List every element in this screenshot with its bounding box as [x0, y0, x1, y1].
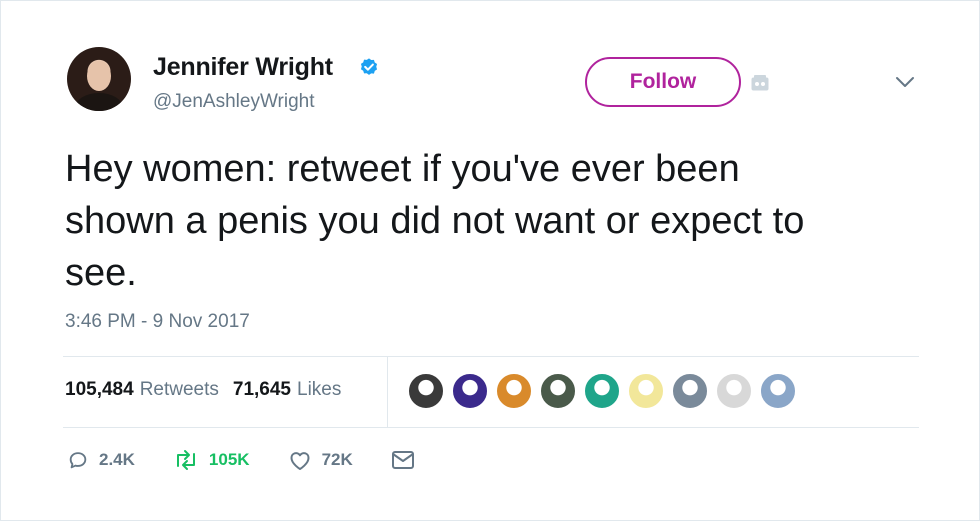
tweet-actions: 2.4K 105K 72K	[67, 449, 463, 471]
liker-avatar[interactable]	[539, 372, 577, 410]
tweet-text: Hey women: retweet if you've ever been s…	[65, 148, 805, 294]
liker-avatar[interactable]	[671, 372, 709, 410]
reply-icon	[69, 452, 87, 469]
chevron-down-icon[interactable]	[895, 75, 915, 89]
follow-button[interactable]: Follow	[585, 57, 741, 107]
tweet-card: Jennifer Wright @JenAshleyWright Follow …	[0, 0, 980, 521]
retweets-stat[interactable]: 105,484 Retweets	[65, 379, 219, 401]
author-display-name[interactable]: Jennifer Wright	[153, 53, 333, 82]
retweets-count: 105,484	[65, 379, 134, 400]
retweet-count: 105K	[208, 450, 250, 469]
liker-avatar[interactable]	[759, 372, 797, 410]
liker-avatar[interactable]	[495, 372, 533, 410]
divider	[387, 357, 388, 427]
author-handle[interactable]: @JenAshleyWright	[153, 91, 315, 113]
divider	[63, 356, 919, 357]
heart-icon	[290, 452, 310, 470]
liker-avatar[interactable]	[451, 372, 489, 410]
liker-avatar[interactable]	[583, 372, 621, 410]
retweets-label: Retweets	[139, 379, 219, 400]
retweet-button[interactable]: 105K	[173, 449, 250, 471]
tweetdeck-icon	[751, 75, 769, 91]
verified-badge-icon	[360, 58, 378, 75]
retweet-icon	[176, 450, 195, 470]
like-button[interactable]: 72K	[288, 449, 353, 471]
liker-avatar[interactable]	[407, 372, 445, 410]
reply-count: 2.4K	[99, 450, 135, 469]
engagement-stats: 105,484 Retweets 71,645 Likes	[65, 379, 341, 401]
tweet-timestamp[interactable]: 3:46 PM - 9 Nov 2017	[65, 311, 250, 333]
likes-label: Likes	[297, 379, 342, 400]
likes-stat[interactable]: 71,645 Likes	[233, 379, 341, 401]
liker-avatar[interactable]	[715, 372, 753, 410]
likes-count: 71,645	[232, 379, 292, 400]
direct-message-button[interactable]	[391, 450, 425, 470]
divider	[63, 427, 919, 428]
liker-avatar[interactable]	[627, 372, 665, 410]
like-count: 72K	[321, 450, 353, 469]
reply-button[interactable]: 2.4K	[67, 449, 135, 471]
envelope-icon	[391, 451, 414, 469]
author-avatar[interactable]	[67, 47, 131, 111]
liker-avatars	[407, 372, 803, 410]
